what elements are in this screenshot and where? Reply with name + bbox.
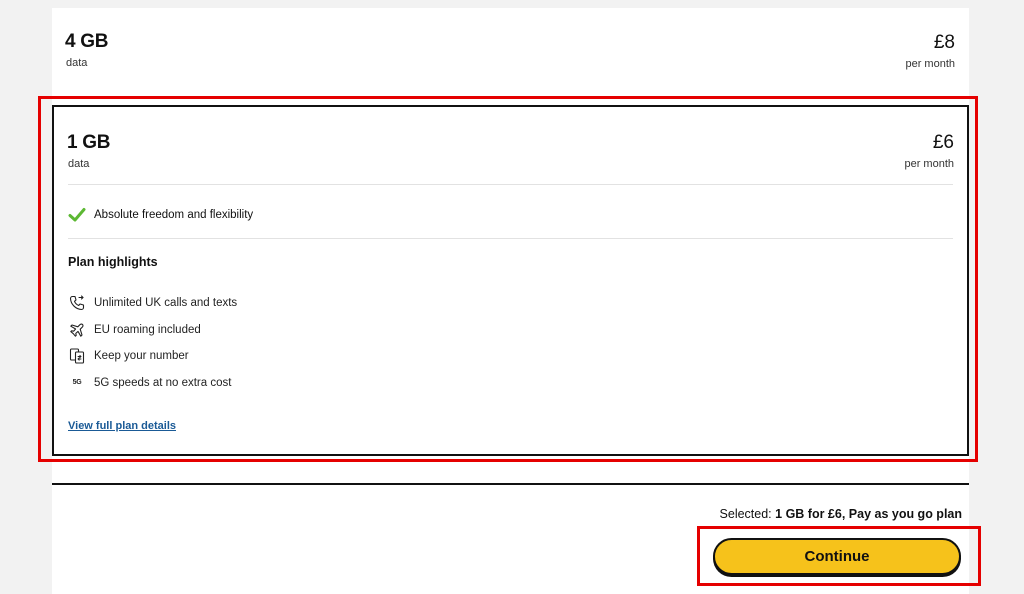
plan-period: per month (905, 58, 955, 70)
list-item: Keep your number (68, 343, 237, 370)
check-icon (68, 208, 86, 222)
plan-data-label: data (66, 57, 88, 69)
selected-plan-summary: Selected: 1 GB for £6, Pay as you go pla… (720, 507, 962, 521)
list-item: 5G 5G speeds at no extra cost (68, 370, 237, 397)
selected-plan-value: 1 GB for £6, Pay as you go plan (775, 507, 962, 521)
list-item: EU roaming included (68, 317, 237, 344)
selected-prefix: Selected: (719, 507, 772, 521)
highlight-text: 5G speeds at no extra cost (94, 376, 232, 389)
view-full-plan-details-link[interactable]: View full plan details (68, 420, 176, 432)
5g-icon: 5G (68, 374, 86, 392)
plan-period: per month (904, 158, 954, 170)
list-item: Unlimited UK calls and texts (68, 290, 237, 317)
highlight-text: EU roaming included (94, 323, 201, 336)
highlight-text: Keep your number (94, 350, 189, 363)
plan-data-amount: 4 GB (65, 31, 109, 52)
plan-data-label: data (68, 158, 90, 170)
plan-highlights-list: Unlimited UK calls and texts EU roaming … (68, 290, 237, 396)
plan-price: £8 (933, 32, 955, 53)
5g-badge: 5G (72, 379, 82, 387)
continue-button[interactable]: Continue (713, 538, 961, 575)
plan-highlights-heading: Plan highlights (68, 255, 158, 269)
plane-icon (68, 321, 86, 339)
highlight-text: Unlimited UK calls and texts (94, 297, 238, 310)
plan-feature: Absolute freedom and flexibility (68, 206, 253, 224)
plan-data-amount: 1 GB (67, 132, 111, 153)
plan-price: £6 (932, 132, 954, 153)
plan-card-1gb[interactable]: 1 GB data £6 per month Absolute freedom … (52, 105, 969, 456)
divider (68, 238, 953, 239)
feature-text: Absolute freedom and flexibility (94, 209, 254, 221)
phone-icon (68, 294, 86, 312)
footer-divider (52, 483, 969, 485)
plan-card-4gb[interactable]: 4 GB data £8 per month (52, 8, 969, 98)
divider (68, 184, 953, 185)
sim-swap-icon (68, 347, 86, 365)
